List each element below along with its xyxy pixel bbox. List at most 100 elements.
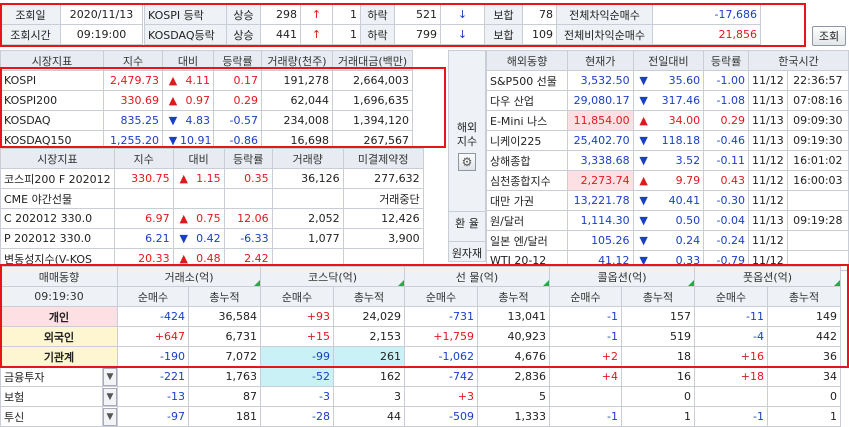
investor-group-header[interactable]: 콜옵션(억) — [549, 266, 695, 287]
time-value[interactable]: 09:19:00 — [60, 24, 143, 45]
overseas-index-label: 해외 지수 — [456, 121, 478, 148]
fx-button[interactable]: 환 율 — [449, 211, 485, 231]
change-value: 10.91 — [180, 134, 212, 147]
investor-time: 09:19:30 — [0, 286, 118, 307]
volume-value: 62,044 — [261, 90, 333, 111]
flat-label: 보합 — [484, 4, 523, 25]
date-label: 조회일 — [0, 4, 61, 25]
volume-value: 191,278 — [261, 70, 333, 91]
overseas-name: 다우 산업 — [486, 90, 568, 111]
investor-value: 149 — [767, 306, 841, 327]
overseas-header-row: 해외동향 현재가 전일대비 등락률 한국시간 — [486, 50, 849, 71]
investor-value: -1 — [694, 406, 768, 427]
upper-limit-arrow-icon: ↑ — [300, 24, 333, 45]
overseas-name: 일본 엔/달러 — [486, 230, 568, 251]
overseas-price: 3,532.50 — [566, 70, 634, 91]
index-value: 6.21 — [113, 228, 174, 249]
change-value: 4.83 — [185, 114, 211, 127]
flat-count: 109 — [522, 24, 557, 45]
raw-materials-button[interactable]: 원자재 — [449, 241, 485, 261]
investor-group-header[interactable]: 풋옵션(억) — [694, 266, 841, 287]
investor-value: 442 — [767, 326, 841, 347]
table-row[interactable]: 니케이225 25,402.70 ▼ 118.18 -0.46 11/13 09:19:30 — [486, 130, 849, 151]
investor-value: 5 — [477, 386, 550, 407]
change-direction-icon: ▼ — [639, 134, 648, 147]
investor-value: +4 — [549, 366, 622, 387]
query-button[interactable]: 조회 — [812, 26, 846, 46]
table-row[interactable]: S&P500 선물 3,532.50 ▼ 35.60 -1.00 11/12 22:36:5… — [486, 70, 849, 91]
index-header-row: 시장지표 지수 대비 등락률 거래량(천주) 거래대금(백만) — [0, 50, 413, 71]
chevron-down-icon[interactable]: ▼ — [103, 367, 117, 386]
table-row[interactable]: 금융투자 ▼ -221 1,763 -52 162 -742 2,836 +4 16 +18 34 — [0, 366, 841, 387]
table-row[interactable]: 대만 가권 13,221.78 ▼ 40.41 -0.30 11/12 — [486, 190, 849, 211]
overseas-price: 11,854.00 — [566, 110, 634, 131]
net-buy-header: 순매수 — [404, 286, 478, 307]
chevron-down-icon[interactable]: ▼ — [103, 407, 117, 426]
table-row[interactable]: P 202012 330.0 6.21 ▼ 0.42 -6.33 1,077 3,900 — [0, 228, 424, 249]
table-row[interactable]: 원/달러 1,114.30 ▼ 0.50 -0.04 11/13 09:19:28 — [486, 210, 849, 231]
overseas-date: 11/13 — [748, 110, 788, 131]
table-row[interactable]: C 202012 330.0 6.97 ▲ 0.75 12.06 2,052 12,426 — [0, 208, 424, 229]
overseas-change: 3.52 — [675, 154, 701, 167]
column-header: 미결제약정 — [342, 148, 424, 169]
table-row[interactable]: CME 야간선물 거래중단 — [0, 188, 424, 209]
overseas-index-button[interactable]: 해외 지수 ⚙ — [449, 121, 485, 171]
change-value: 0.97 — [185, 94, 211, 107]
investor-value: +15 — [260, 326, 334, 347]
date-value[interactable]: 2020/11/13 — [60, 4, 143, 25]
table-row[interactable]: 보험 ▼ -13 87 -3 3 +3 5 0 0 — [0, 386, 841, 407]
overseas-date: 11/12 — [748, 170, 788, 191]
overseas-change-cell: ▼ 0.24 — [632, 230, 705, 251]
table-row[interactable]: E-Mini 나스 11,854.00 ▲ 34.00 0.29 11/13 09:09:3… — [486, 110, 849, 131]
overseas-name: 원/달러 — [486, 210, 568, 231]
change-direction-icon: ▲ — [179, 172, 188, 185]
overseas-name: S&P500 선물 — [486, 70, 568, 91]
table-row[interactable]: 기관계 -190 7,072 -99 261 -1,062 4,676 +2 18 +16 36 — [0, 346, 841, 367]
overseas-rate: -0.24 — [703, 230, 749, 251]
time-label: 조회시간 — [0, 24, 61, 45]
table-row[interactable]: 투신 ▼ -97 181 -28 44 -509 1,333 -1 1 -1 1 — [0, 406, 841, 427]
investor-value: 1,763 — [188, 366, 261, 387]
overseas-date: 11/13 — [748, 130, 788, 151]
table-row[interactable]: KOSDAQ 835.25 ▼ 4.83 -0.57 234,008 1,394,120 — [0, 110, 413, 131]
investor-group-header[interactable]: 선 물(억) — [404, 266, 550, 287]
overseas-name: 심천종합지수 — [486, 170, 568, 191]
index-value: 330.75 — [113, 168, 174, 189]
arbitrage-label: 전체비차익순매수 — [556, 24, 653, 45]
table-row[interactable]: 일본 엔/달러 105.26 ▼ 0.24 -0.24 11/12 — [486, 230, 849, 251]
table-row[interactable]: 상해종합 3,338.68 ▼ 3.52 -0.11 11/12 16:01:02 — [486, 150, 849, 171]
table-row[interactable]: 개인 -424 36,584 +93 24,029 -731 13,041 -1 157 -11 1… — [0, 306, 841, 327]
overseas-date: 11/13 — [748, 210, 788, 231]
column-header: 현재가 — [566, 50, 634, 71]
change-cell: ▲ 0.97 — [162, 90, 214, 111]
overseas-time: 09:19:28 — [786, 210, 849, 231]
overseas-rate: -0.11 — [703, 150, 749, 171]
investor-value: -28 — [260, 406, 334, 427]
chevron-down-icon[interactable]: ▼ — [103, 387, 117, 406]
investor-group-header[interactable]: 코스닥(억) — [260, 266, 405, 287]
overseas-time — [786, 230, 849, 251]
table-row[interactable]: KOSPI 2,479.73 ▲ 4.11 0.17 191,278 2,664,003 — [0, 70, 413, 91]
column-header: 등락률 — [223, 148, 273, 169]
change-direction-icon: ▲ — [168, 74, 178, 87]
investor-value: +2 — [549, 346, 622, 367]
indicator-name: KOSPI200 — [0, 90, 104, 111]
table-row[interactable]: 다우 산업 29,080.17 ▼ 317.46 -1.08 11/13 07:08:16 — [486, 90, 849, 111]
table-row[interactable]: 코스피200 F 202012 330.75 ▲ 1.15 0.35 36,126 277,… — [0, 168, 424, 189]
lower-limit-arrow-icon: ↓ — [440, 24, 485, 45]
indicator-name: C 202012 330.0 — [0, 208, 115, 229]
overseas-rate: -0.46 — [703, 130, 749, 151]
investor-value: 2,153 — [333, 326, 405, 347]
table-row[interactable]: 외국인 +647 6,731 +15 2,153 +1,759 40,923 -1 519 -4 4… — [0, 326, 841, 347]
index-value: 2,479.73 — [103, 70, 163, 91]
investor-group-header[interactable]: 거래소(억) — [117, 266, 261, 287]
column-header: 시장지표 — [0, 148, 115, 169]
futures-header-row: 시장지표 지수 대비 등락률 거래량 미결제약정 — [0, 148, 424, 169]
change-direction-icon: ▲ — [179, 252, 188, 265]
table-row[interactable]: 심천종합지수 2,273.74 ▲ 9.79 0.43 11/12 16:00:03 — [486, 170, 849, 191]
table-row[interactable]: KOSPI200 330.69 ▲ 0.97 0.29 62,044 1,696,635 — [0, 90, 413, 111]
overseas-name: 대만 가권 — [486, 190, 568, 211]
gear-icon[interactable]: ⚙ — [458, 153, 476, 171]
investor-value: 3 — [333, 386, 405, 407]
investor-value: +1,759 — [404, 326, 478, 347]
